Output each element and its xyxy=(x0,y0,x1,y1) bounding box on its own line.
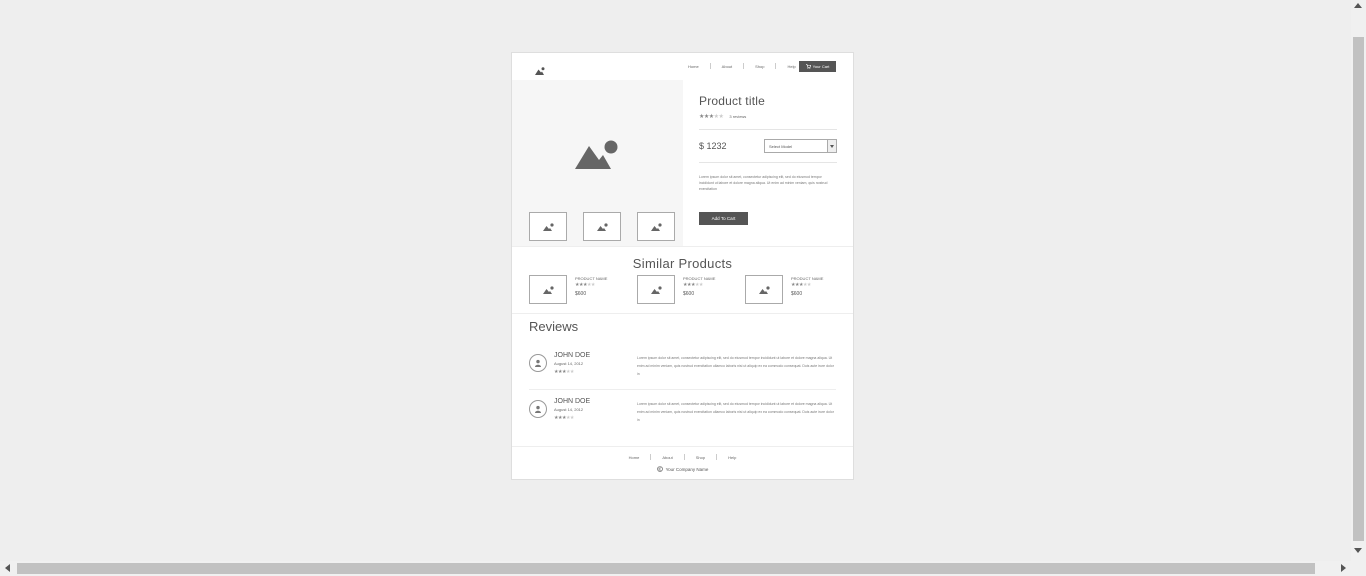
thumbnail-2[interactable] xyxy=(583,212,621,241)
nav-shop[interactable]: Shop xyxy=(749,64,770,69)
divider xyxy=(699,162,837,163)
product-thumbnail[interactable] xyxy=(745,275,783,304)
similar-products-heading: Similar Products xyxy=(632,256,733,271)
your-cart-button[interactable]: Your Cart xyxy=(799,61,836,72)
reviewer-name: JOHN DOE xyxy=(554,352,591,359)
vertical-scrollbar[interactable] xyxy=(1351,0,1366,561)
review-date: August 14, 2012 xyxy=(554,361,584,366)
product-detail: Product title ★★★★★ 3 reviews $ 1232 Sel… xyxy=(699,80,837,225)
reviewer-name: JOHN DOE xyxy=(554,398,591,405)
review-item: JOHN DOE August 14, 2012 ★★★★★ Lorem ips… xyxy=(529,349,836,385)
scrollbar-thumb[interactable] xyxy=(1353,37,1364,541)
nav-divider xyxy=(709,63,711,69)
similar-products-list: PRODUCT NAME ★★★★★ $600 PRODUCT NAME ★★★… xyxy=(529,275,853,304)
star-rating: ★★★★★ xyxy=(554,415,574,421)
scroll-down-icon[interactable] xyxy=(1354,548,1362,553)
cart-label: Your Cart xyxy=(812,64,830,69)
logo-image-icon[interactable] xyxy=(535,62,545,80)
star-rating: ★★★★★ xyxy=(699,114,724,120)
main-image-icon[interactable] xyxy=(575,138,619,175)
nav-divider xyxy=(743,63,745,69)
product-name[interactable]: PRODUCT NAME xyxy=(791,276,823,281)
product-thumbnail[interactable] xyxy=(637,275,675,304)
product-description: Lorem ipsum dolor sit amet, consectetur … xyxy=(699,175,828,191)
product-image-gallery xyxy=(512,80,683,246)
review-text: Lorem ipsum dolor sit amet, consectetur … xyxy=(637,356,834,376)
scroll-up-icon[interactable] xyxy=(1354,3,1362,8)
review-divider xyxy=(529,389,836,390)
image-icon xyxy=(650,285,662,294)
main-nav: Home About Shop Help xyxy=(682,63,802,69)
similar-product[interactable]: PRODUCT NAME ★★★★★ $600 xyxy=(745,275,853,304)
reviews-heading: Reviews xyxy=(529,319,579,334)
product-name[interactable]: PRODUCT NAME xyxy=(575,276,607,281)
user-icon xyxy=(535,359,541,367)
nav-about[interactable]: About xyxy=(716,64,738,69)
cart-icon xyxy=(805,64,811,69)
avatar xyxy=(529,400,547,418)
product-info: PRODUCT NAME ★★★★★ $600 xyxy=(791,276,823,304)
review-text: Lorem ipsum dolor sit amet, consectetur … xyxy=(637,402,834,422)
select-model-dropdown[interactable]: Select Model xyxy=(764,139,837,153)
reviews-count[interactable]: 3 reviews xyxy=(729,114,746,119)
footer-nav-about[interactable]: About xyxy=(656,455,678,460)
scroll-right-icon[interactable] xyxy=(1341,564,1346,572)
section-divider xyxy=(512,313,853,314)
chevron-down-icon xyxy=(827,140,836,152)
horizontal-scrollbar[interactable] xyxy=(0,561,1351,576)
nav-divider xyxy=(683,454,685,460)
copyright: Your Company Name xyxy=(512,466,853,472)
thumbnail-1[interactable] xyxy=(529,212,567,241)
image-icon xyxy=(650,222,662,231)
footer-nav-help[interactable]: Help xyxy=(722,455,742,460)
avatar xyxy=(529,354,547,372)
price-row: $ 1232 Select Model xyxy=(699,139,837,153)
star-rating: ★★★★★ xyxy=(791,282,811,288)
section-divider xyxy=(512,446,853,447)
nav-home[interactable]: Home xyxy=(682,64,705,69)
product-thumbnail[interactable] xyxy=(529,275,567,304)
site-header: Home About Shop Help Your Cart xyxy=(512,53,853,80)
star-rating: ★★★★★ xyxy=(575,282,595,288)
image-icon xyxy=(542,285,554,294)
similar-product[interactable]: PRODUCT NAME ★★★★★ $600 xyxy=(529,275,637,304)
copyright-icon xyxy=(656,466,663,472)
footer-nav: Home About Shop Help xyxy=(512,454,853,460)
divider xyxy=(699,129,837,130)
thumbnail-3[interactable] xyxy=(637,212,675,241)
product-name[interactable]: PRODUCT NAME xyxy=(683,276,715,281)
product-info: PRODUCT NAME ★★★★★ $600 xyxy=(683,276,715,304)
product-title: Product title xyxy=(699,94,765,108)
thumbnail-strip xyxy=(529,212,675,241)
image-icon xyxy=(596,222,608,231)
product-price: $600 xyxy=(575,291,587,297)
footer-nav-shop[interactable]: Shop xyxy=(690,455,711,460)
footer-nav-home[interactable]: Home xyxy=(623,455,646,460)
star-rating: ★★★★★ xyxy=(554,369,574,375)
user-icon xyxy=(535,405,541,413)
scrollbar-corner xyxy=(1351,561,1366,576)
nav-divider xyxy=(650,454,652,460)
company-name: Your Company Name xyxy=(665,466,709,472)
select-value: Select Model xyxy=(769,143,793,149)
review-item: JOHN DOE August 14, 2012 ★★★★★ Lorem ips… xyxy=(529,395,836,431)
image-icon xyxy=(758,285,770,294)
similar-product[interactable]: PRODUCT NAME ★★★★★ $600 xyxy=(637,275,745,304)
product-rating: ★★★★★ 3 reviews xyxy=(699,113,837,120)
product-price: $600 xyxy=(791,291,803,297)
image-icon xyxy=(542,222,554,231)
add-to-cart-button[interactable]: Add To Cart xyxy=(699,212,748,225)
product-page: Home About Shop Help Your Cart Product t… xyxy=(511,52,854,480)
nav-divider xyxy=(716,454,718,460)
star-rating: ★★★★★ xyxy=(683,282,703,288)
scroll-left-icon[interactable] xyxy=(5,564,10,572)
review-date: August 14, 2012 xyxy=(554,407,584,412)
product-price: $ 1232 xyxy=(699,141,727,151)
product-price: $600 xyxy=(683,291,695,297)
product-info: PRODUCT NAME ★★★★★ $600 xyxy=(575,276,607,304)
section-divider xyxy=(512,246,853,247)
nav-divider xyxy=(775,63,777,69)
scrollbar-thumb[interactable] xyxy=(17,563,1315,574)
